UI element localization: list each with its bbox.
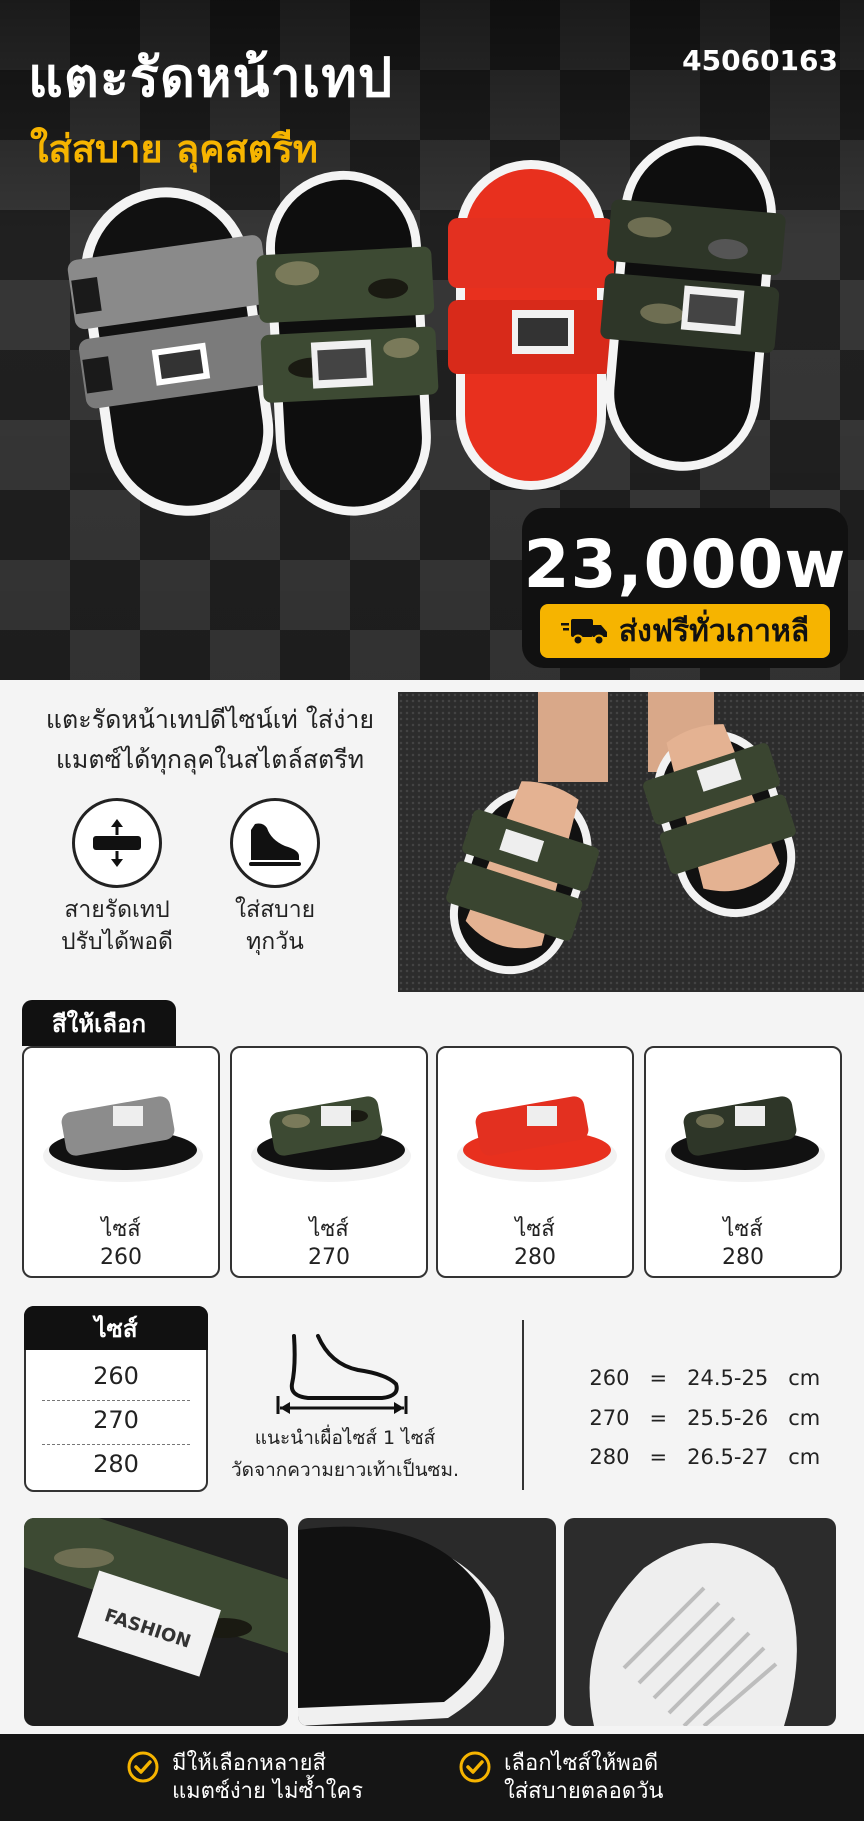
shipping-text: ส่งฟรีทั่วเกาหลี	[618, 613, 810, 649]
color-option-size: ไซส์ 280	[646, 1216, 840, 1272]
guide-line: แนะนำเผื่อไซส์ 1 ไซส์	[254, 1427, 436, 1449]
size-heading: ไซส์	[24, 1306, 208, 1350]
size-label: ไซส์	[723, 1217, 763, 1242]
feature-description: แตะรัดหน้าเทปดีไซน์เท่ ใส่ง่าย แมตซ์ได้ท…	[40, 700, 380, 780]
sandal-red-image	[457, 1096, 617, 1182]
feature-line: ทุกวัน	[246, 929, 304, 955]
benefit-line: มีให้เลือกหลายสี	[172, 1751, 326, 1776]
benefit-item: มีให้เลือกหลายสี แมตซ์ง่าย ไม่ซ้ำใคร	[126, 1750, 363, 1806]
divider	[522, 1320, 524, 1490]
feature-line: สายรัดเทป	[64, 897, 170, 923]
sandal-camo-image	[251, 1096, 411, 1182]
benefit-line: แมตซ์ง่าย ไม่ซ้ำใคร	[172, 1779, 364, 1804]
free-shipping-badge: ส่งฟรีทั่วเกาหลี	[540, 604, 830, 658]
feature-label-comfort: ใส่สบาย ทุกวัน	[195, 894, 355, 958]
product-subtitle: ใส่สบาย ลุคสตรีท	[30, 127, 318, 171]
color-option-card[interactable]: ไซส์ 280	[436, 1046, 634, 1278]
size-value: 280	[514, 1245, 556, 1270]
check-circle-icon	[127, 1751, 159, 1783]
benefit-line: เลือกไซส์ให้พอดี	[504, 1751, 659, 1776]
truck-icon	[560, 619, 607, 646]
benefit-item: เลือกไซส์ให้พอดี ใส่สบายตลอดวัน	[458, 1750, 663, 1806]
feature-line: ปรับได้พอดี	[61, 929, 173, 955]
sandal-gray-image	[43, 1096, 203, 1182]
size-label: ไซส์	[515, 1217, 555, 1242]
size-chart-row: 280 = 26.5-27 cm	[589, 1445, 821, 1469]
sandal-black-camo-image	[665, 1096, 825, 1182]
feature-label-strap: สายรัดเทป ปรับได้พอดี	[37, 894, 197, 958]
bottom-benefits-bar: มีให้เลือกหลายสี แมตซ์ง่าย ไม่ซ้ำใคร เลื…	[0, 1734, 864, 1821]
color-option-card[interactable]: ไซส์ 280	[644, 1046, 842, 1278]
detail-photo-sole-side	[298, 1518, 556, 1726]
hero-banner: แตะรัดหน้าเทป ใส่สบาย ลุคสตรีท 45060163 …	[0, 0, 864, 680]
size-label: ไซส์	[101, 1217, 141, 1242]
description-line: แตะรัดหน้าเทปดีไซน์เท่ ใส่ง่าย	[45, 705, 375, 734]
check-circle-icon	[459, 1751, 491, 1783]
color-option-size: ไซส์ 260	[24, 1216, 218, 1272]
price: 23,000w	[523, 526, 847, 603]
color-option-size: ไซส์ 270	[232, 1216, 426, 1272]
worn-sandals-photo	[398, 692, 864, 992]
guide-line: วัดจากความยาวเท้าเป็นซม.	[230, 1459, 460, 1481]
size-guide-note: แนะนำเผื่อไซส์ 1 ไซส์ วัดจากความยาวเท้าเ…	[230, 1422, 460, 1486]
detail-photo-outsole	[564, 1518, 836, 1726]
price-box: 23,000w ส่งฟรีทั่วเกาหลี	[522, 508, 848, 668]
color-option-size: ไซส์ 280	[438, 1216, 632, 1272]
foot-length-icon	[276, 1334, 408, 1414]
size-label: ไซส์	[309, 1217, 349, 1242]
feature-line: ใส่สบาย	[234, 897, 316, 923]
description-line: แมตซ์ได้ทุกลุคในสไตล์สตรีท	[55, 745, 365, 774]
adjust-strap-icon	[72, 798, 162, 888]
comfort-shoe-icon	[230, 798, 320, 888]
colors-heading: สีให้เลือก	[22, 1000, 176, 1046]
color-option-card[interactable]: ไซส์ 270	[230, 1046, 428, 1278]
detail-photo-strap: FASHION	[24, 1518, 288, 1726]
color-option-card[interactable]: ไซส์ 260	[22, 1046, 220, 1278]
size-value: 280	[722, 1245, 764, 1270]
size-value: 260	[100, 1245, 142, 1270]
size-value: 270	[308, 1245, 350, 1270]
size-option[interactable]: 270	[42, 1398, 190, 1442]
size-option[interactable]: 280	[42, 1442, 190, 1486]
size-option[interactable]: 260	[42, 1354, 190, 1398]
product-code: 45060163	[682, 44, 838, 77]
benefit-line: ใส่สบายตลอดวัน	[504, 1779, 664, 1804]
product-title: แตะรัดหน้าเทป	[28, 46, 394, 109]
